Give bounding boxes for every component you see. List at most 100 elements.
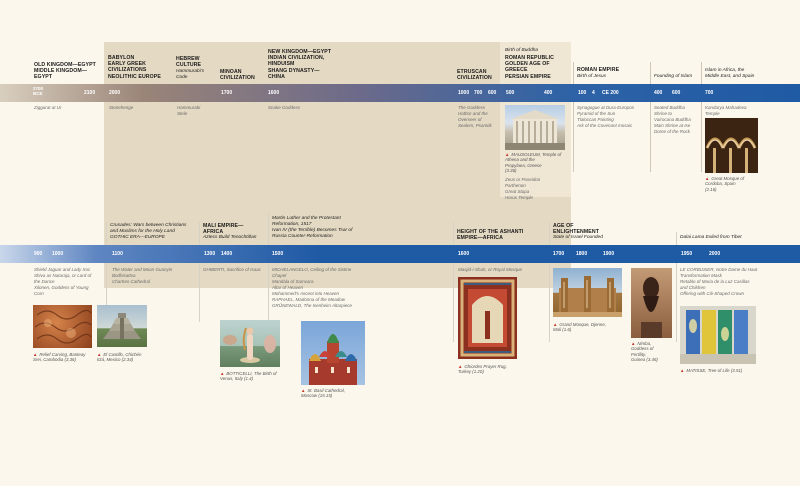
era-roman-republic: ROMAN REPUBLIC GOLDEN AGE OF GREECE PERS…	[505, 55, 554, 80]
caption-text: St. Basil Cathedral, Moscow (15.15)	[301, 388, 345, 399]
year-label: 1400	[221, 251, 233, 257]
temple-illustration	[505, 110, 565, 150]
caption-marker-icon: ▲	[705, 176, 710, 181]
caption-relief: ▲ Relief Carving, Banteay Srei, Cambodia …	[33, 352, 86, 363]
birth-of-venus-image	[220, 320, 280, 367]
note-ziggurat: Ziggurat at Ur	[34, 105, 62, 110]
note-hathor: The Goddess Hathor and the Overseer of S…	[458, 105, 492, 128]
note-greece: Zeus or Poseidon Parthenon Great Stupa H…	[505, 177, 541, 200]
divider	[650, 62, 651, 172]
note-hammurabi-stele: Hammurabi Stele	[177, 105, 201, 116]
era-text: ETRUSCAN CIVILIZATION	[457, 69, 492, 82]
year-label: 1950	[681, 251, 693, 257]
era-roman-empire: ROMAN EMPIRE	[577, 67, 619, 73]
note-ronchamp: LE CORBUSIER, Notre Dame du Haut Transfo…	[680, 267, 758, 296]
caption-marker-icon: ▲	[301, 388, 306, 393]
note-sistine: MICHELANGELO, Ceiling of the Sistine Cha…	[272, 267, 353, 308]
islam-in-africa: Islam in Africa, the Middle East, and Sp…	[705, 68, 755, 79]
relief-carving-image	[33, 305, 92, 348]
year-label: 400	[544, 90, 553, 96]
year-label: 600	[672, 90, 681, 96]
el-castillo-image	[97, 305, 147, 347]
prayer-rug-image	[458, 277, 517, 359]
year-label: 500	[506, 90, 515, 96]
note-shield-jaguar: Shield Jaguar and Lady Xoc Shiva as Nata…	[34, 267, 92, 296]
era-text: MINOAN CIVILIZATION	[220, 69, 255, 82]
era-text: NEW KINGDOM—EGYPT INDIAN CIVILIZATION, H…	[268, 49, 332, 80]
era-mali: MALI EMPIRE— AFRICA	[203, 223, 243, 235]
caption-marker-icon: ▲	[505, 152, 510, 157]
caption-marker-icon: ▲	[220, 371, 225, 376]
hammurabi-code: Hammurabi's Code	[176, 69, 205, 80]
year-label: 1300	[204, 251, 216, 257]
era-enlightenment: AGE OF ENLIGHTENMENT	[553, 223, 599, 235]
divider	[199, 222, 200, 322]
caption-rug: ▲ Ghiordes Prayer Rug, Turkey (1.20)	[458, 364, 507, 375]
caption-marker-icon: ▲	[680, 368, 685, 373]
pyramid-illustration	[103, 313, 141, 339]
era-text: OLD KINGDOM—EGYPT MIDDLE KINGDOM— EGYPT	[34, 62, 96, 81]
note-isaac: GHIBERTI, Sacrifice of Isaac	[203, 267, 261, 272]
djenne-mosque-image	[553, 268, 622, 317]
divider	[701, 62, 702, 172]
birth-of-jesus: Birth of Jesus	[577, 74, 607, 79]
rug-pattern	[460, 279, 515, 357]
year-label: 400	[654, 90, 663, 96]
caption-text: Grand Mosque, Djenne, Mali (1.6)	[553, 322, 606, 333]
luther-text: Martin Luther and the Protestant Reforma…	[272, 216, 353, 239]
year-label: 1000	[458, 90, 470, 96]
caption-castillo: ▲ El Castillo, Chichén Itzá, Mexico (2.34…	[97, 352, 141, 363]
year-label: 1500	[272, 251, 284, 257]
divider	[549, 222, 550, 342]
era-text: HEBREW CULTURE	[176, 56, 202, 69]
founding-of-islam: Founding of Islam	[654, 74, 693, 79]
caption-venus: ▲ BOTTICELLI, The Birth of Venus, Italy (…	[220, 371, 277, 382]
caption-text: BOTTICELLI, The Birth of Venus, Italy (1…	[220, 371, 277, 382]
era-text: MALI EMPIRE— AFRICA	[203, 223, 244, 236]
caption-mosque: ▲ Great Mosque of Cordoba, Spain (2.16)	[705, 176, 744, 192]
tree-of-life-image	[680, 306, 756, 364]
year-label: 1700	[553, 251, 565, 257]
caption-text: Nimba, Goddess of Fertility, Guinea (3.4…	[631, 341, 658, 363]
nimba-image	[631, 268, 672, 338]
israel-text: State of Israel Founded	[553, 235, 603, 240]
caption-djenne: ▲ Grand Mosque, Djenne, Mali (1.6)	[553, 322, 606, 333]
caption-text: Great Mosque of Cordoba, Spain (2.16)	[705, 176, 745, 192]
note-rome: Synagogue at Dura-Europos Pyramid of the…	[577, 105, 635, 128]
mosque-arches	[705, 118, 758, 173]
note-kandariya: Kandarya Mahadeva Temple	[705, 105, 747, 116]
year-label: 1600	[268, 90, 280, 96]
era-text: AGE OF ENLIGHTENMENT	[553, 223, 599, 236]
crusades-text: Crusades: Wars between Christians and Mu…	[110, 223, 187, 240]
year-label: 2700 BCE	[33, 86, 44, 96]
caption-text: MAUSOLEUM, Temple of Athena and the Prop…	[505, 152, 562, 174]
divider	[453, 222, 454, 342]
era-text: BABYLON EARLY GREEK CIVILIZATIONS NEOLIT…	[108, 55, 161, 80]
note-masjid: Masjid-i-Shah, or Royal Mosque	[458, 267, 523, 272]
stained-glass-illustration	[680, 306, 756, 364]
era-new-kingdom: NEW KINGDOM—EGYPT INDIAN CIVILIZATION, H…	[268, 49, 331, 80]
era-minoan: MINOAN CIVILIZATION	[220, 69, 255, 81]
caption-basil: ▲ St. Basil Cathedral, Moscow (15.15)	[301, 388, 345, 399]
year-label: 2100	[84, 90, 96, 96]
caption-marker-icon: ▲	[97, 352, 102, 357]
era-etruscan: ETRUSCAN CIVILIZATION	[457, 69, 492, 81]
year-label: 700	[705, 90, 714, 96]
temple-athena-image	[505, 105, 565, 150]
caption-nimba: ▲ Nimba, Goddess of Fertility, Guinea (3.…	[631, 341, 658, 363]
note-snake-goddess: Snake Goddess	[268, 105, 301, 110]
era-old-kingdom: OLD KINGDOM—EGYPT MIDDLE KINGDOM— EGYPT	[34, 62, 104, 81]
birth-of-buddha: Birth of Buddha	[505, 48, 539, 53]
divider	[268, 212, 269, 322]
note-guanyin: The Water and Moon Guanyin Bodhisattva C…	[112, 267, 173, 284]
caption-tree: ▲ MATISSE, Tree of Life (3.51)	[680, 368, 742, 373]
year-label: 2000	[109, 90, 121, 96]
year-label: 1800	[576, 251, 588, 257]
year-label: 1700	[221, 90, 233, 96]
year-label: CE 200	[602, 90, 619, 96]
caption-temple: ▲ MAUSOLEUM, Temple of Athena and the Pro…	[505, 152, 561, 174]
note-buddha: Seated Buddha Shrine to Vairocana Buddha…	[654, 105, 691, 134]
year-label: 700	[474, 90, 483, 96]
year-label: 100	[578, 90, 587, 96]
era-text: ROMAN EMPIRE	[577, 67, 620, 73]
